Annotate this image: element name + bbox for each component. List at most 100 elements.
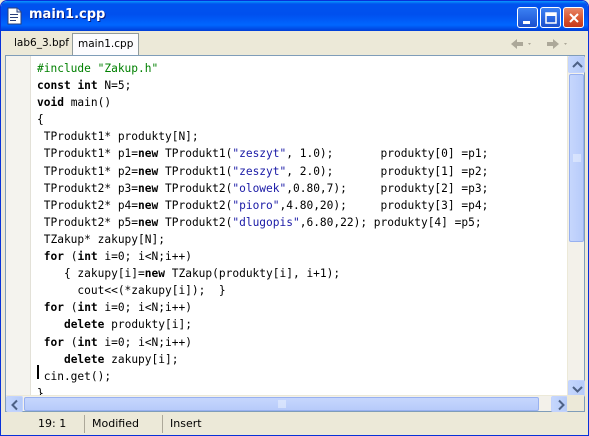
- code-token: (: [63, 250, 78, 264]
- code-line[interactable]: #include "Zakup.h": [37, 60, 571, 77]
- maximize-icon: [545, 12, 557, 24]
- code-token: TProdukt2* p3=: [37, 181, 139, 195]
- code-line[interactable]: for (int i=0; i<N;i++): [37, 248, 571, 265]
- code-line[interactable]: delete zakupy[i];: [37, 351, 571, 368]
- code-token: , 2.0); produkty[1] =p2;: [286, 164, 489, 178]
- code-token: for: [43, 250, 64, 264]
- code-token: TProdukt2(: [158, 198, 233, 212]
- grip-icon: [278, 400, 285, 408]
- code-line[interactable]: void main(): [37, 94, 571, 111]
- title-bar[interactable]: main1.cpp: [1, 1, 588, 31]
- code-editor[interactable]: #include "Zakup.h" const int N=5; void mai…: [5, 55, 585, 412]
- code-token: (: [63, 335, 78, 349]
- code-token: "zeszyt": [232, 147, 287, 161]
- code-token: delete: [63, 352, 105, 366]
- code-line[interactable]: cin.get();: [37, 368, 571, 385]
- vertical-scrollbar[interactable]: [567, 56, 585, 397]
- horizontal-scrollbar[interactable]: [6, 395, 568, 412]
- scroll-up-button[interactable]: [568, 56, 585, 73]
- code-token: (: [63, 301, 78, 315]
- window-title: main1.cpp: [29, 7, 106, 22]
- code-line[interactable]: cout<<(*zakupy[i]); }: [37, 282, 571, 299]
- code-token: TProdukt1* produkty[N];: [37, 130, 199, 144]
- code-line[interactable]: TProdukt1* p1=new TProdukt1("zeszyt", 1.…: [37, 145, 571, 162]
- chevron-up-icon: [572, 61, 583, 68]
- code-token: const: [37, 79, 71, 93]
- code-token: for: [43, 301, 64, 315]
- status-bar: 19: 1 Modified Insert: [1, 413, 588, 435]
- code-token: "olowek": [232, 181, 287, 195]
- code-token: int: [77, 250, 98, 264]
- chevron-left-icon: [11, 399, 18, 411]
- document-icon: [7, 7, 23, 25]
- code-line[interactable]: TZakup* zakupy[N];: [37, 231, 571, 248]
- code-token: i=0; i<N;i++): [97, 301, 192, 315]
- code-token: TProdukt2(: [158, 181, 233, 195]
- grip-icon: [572, 154, 581, 162]
- code-token: int: [77, 335, 98, 349]
- code-token: cin.get();: [37, 369, 112, 383]
- code-token: "zeszyt": [232, 164, 287, 178]
- modified-indicator: Modified: [87, 415, 163, 433]
- code-line[interactable]: for (int i=0; i<N;i++): [37, 299, 571, 316]
- code-token: new: [138, 147, 159, 161]
- code-token: int: [77, 301, 98, 315]
- code-token: TProdukt2* p5=: [37, 215, 139, 229]
- vertical-scroll-thumb[interactable]: [569, 74, 584, 242]
- code-area[interactable]: #include "Zakup.h" const int N=5; void mai…: [37, 60, 571, 398]
- code-token: produkty[i];: [104, 318, 192, 332]
- code-token: {: [37, 113, 44, 127]
- code-token: new: [138, 198, 159, 212]
- code-token: ,6.80,22); produkty[4] =p5;: [299, 215, 482, 229]
- code-line[interactable]: TProdukt1* p2=new TProdukt1("zeszyt", 2.…: [37, 163, 571, 180]
- cursor-position: 19: 1: [5, 415, 85, 433]
- code-token: new: [144, 267, 165, 281]
- scrollbar-corner: [567, 395, 584, 411]
- code-line[interactable]: for (int i=0; i<N;i++): [37, 334, 571, 351]
- code-token: int: [77, 79, 98, 93]
- code-line[interactable]: {: [37, 111, 571, 128]
- tab-bar: lab6_3.bpf main1.cpp: [4, 31, 585, 55]
- code-token: delete: [63, 318, 105, 332]
- code-token: TProdukt1* p1=: [37, 147, 139, 161]
- code-token: i=0; i<N;i++): [97, 335, 192, 349]
- tab-main1-cpp[interactable]: main1.cpp: [72, 33, 140, 55]
- code-token: TProdukt1* p2=: [37, 164, 139, 178]
- editor-window: main1.cpp lab6_3.bpf main1.cpp #include …: [0, 0, 589, 436]
- code-token: new: [138, 181, 159, 195]
- scroll-left-button[interactable]: [6, 396, 23, 412]
- code-token: TProdukt1(: [158, 147, 233, 161]
- close-button[interactable]: [563, 7, 584, 28]
- tab-lab6-3-bpf[interactable]: lab6_3.bpf: [9, 34, 75, 54]
- code-token: new: [138, 164, 159, 178]
- code-line[interactable]: TProdukt2* p3=new TProdukt2("olowek",0.8…: [37, 180, 571, 197]
- code-token: TProdukt2(: [158, 215, 233, 229]
- code-token: ,0.80,7); produkty[2] =p3;: [286, 181, 489, 195]
- minimize-button[interactable]: [517, 7, 538, 28]
- code-line[interactable]: TProdukt2* p4=new TProdukt2("pioro",4.80…: [37, 197, 571, 214]
- horizontal-scroll-thumb[interactable]: [24, 397, 539, 411]
- code-line[interactable]: TProdukt2* p5=new TProdukt2("dlugopis",6…: [37, 214, 571, 231]
- code-token: for: [43, 335, 64, 349]
- code-line[interactable]: TProdukt1* produkty[N];: [37, 128, 571, 145]
- code-token: N=5;: [97, 79, 132, 93]
- scroll-right-button[interactable]: [551, 396, 568, 412]
- back-arrow-icon[interactable]: [511, 39, 531, 49]
- maximize-button[interactable]: [540, 7, 561, 28]
- code-token: TProdukt1(: [158, 164, 233, 178]
- code-token: "dlugopis": [232, 215, 300, 229]
- code-token: "pioro": [232, 198, 280, 212]
- code-token: TZakup* zakupy[N];: [37, 232, 165, 246]
- code-line[interactable]: { zakupy[i]=new TZakup(produkty[i], i+1)…: [37, 265, 571, 282]
- code-token: main(): [63, 96, 112, 110]
- navigation-buttons: [509, 36, 579, 52]
- code-token: void: [37, 96, 64, 110]
- code-line[interactable]: delete produkty[i];: [37, 316, 571, 333]
- code-token: cout<<(*zakupy[i]); }: [37, 284, 226, 298]
- minimize-icon: [523, 21, 530, 24]
- forward-arrow-icon[interactable]: [547, 39, 567, 49]
- code-line[interactable]: const int N=5;: [37, 77, 571, 94]
